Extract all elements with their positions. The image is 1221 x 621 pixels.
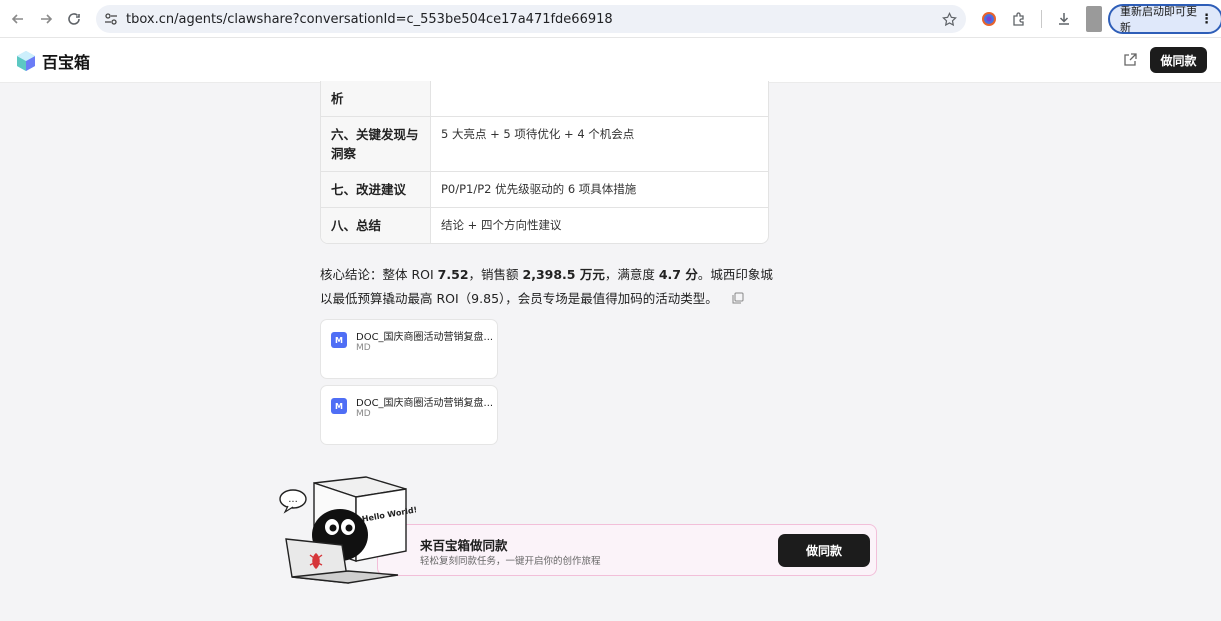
forward-icon[interactable] [32,5,60,33]
relaunch-update-button[interactable]: 重新启动即可更新 ⋮ [1108,4,1221,34]
table-cell-section: 析 [321,81,431,116]
color-extension-icon[interactable] [975,5,1003,33]
report-outline-table: 析 六、关键发现与洞察 5 大亮点 + 5 项待优化 + 4 个机会点 七、改进… [320,81,769,244]
summary-satisfaction: 4.7 分 [658,267,698,282]
copy-icon[interactable] [732,288,744,312]
more-menu-icon[interactable]: ⋮ [1200,12,1213,27]
table-row: 析 [321,81,768,116]
logo-text: 百宝箱 [42,53,91,72]
site-settings-icon[interactable] [96,12,126,26]
logo-cube-icon [17,51,35,71]
promo-title: 来百宝箱做同款 [420,538,508,553]
promo-subtitle: 轻松复刻同款任务，一键开启你的创作旅程 [420,556,601,567]
table-cell-section: 六、关键发现与洞察 [321,117,431,171]
do-same-promo-button[interactable]: 做同款 [778,534,870,567]
bubble-text: ... [288,494,298,505]
do-same-header-button[interactable]: 做同款 [1150,47,1207,73]
download-icon[interactable] [1050,5,1078,33]
table-cell-section: 七、改进建议 [321,172,431,207]
app-header: 百宝箱 做同款 [0,38,1221,83]
table-row: 七、改进建议 P0/P1/P2 优先级驱动的 6 项具体措施 [321,171,768,207]
update-label: 重新启动即可更新 [1120,5,1197,34]
url-text[interactable]: tbox.cn/agents/clawshare?conversationId=… [126,12,932,27]
bookmark-star-icon[interactable] [932,11,966,27]
logo[interactable]: 百宝箱 [14,49,90,73]
table-row: 八、总结 结论 + 四个方向性建议 [321,207,768,243]
table-row: 六、关键发现与洞察 5 大亮点 + 5 项待优化 + 4 个机会点 [321,116,768,171]
summary-sales: 2,398.5 万元 [522,267,605,282]
toolbar-divider [1041,10,1042,28]
markdown-file-icon: M [331,332,347,348]
summary-text: ，满意度 [604,267,659,282]
browser-toolbar: tbox.cn/agents/clawshare?conversationId=… [0,0,1221,38]
file-name: DOC_国庆商圈活动营销复盘... [356,398,494,409]
table-cell-content: 结论 + 四个方向性建议 [441,218,562,232]
file-attachment-card[interactable]: M DOC_国庆商圈活动营销复盘... MD [320,319,498,379]
table-cell-content [431,81,768,116]
core-conclusion-text: 核心结论：整体 ROI 7.52，销售额 2,398.5 万元，满意度 4.7 … [320,263,780,312]
table-cell-section: 八、总结 [321,208,431,243]
file-type: MD [356,409,371,419]
table-cell-content: 5 大亮点 + 5 项待优化 + 4 个机会点 [441,127,635,141]
open-external-icon[interactable] [1122,52,1138,72]
summary-text: 核心结论：整体 ROI [320,267,438,282]
back-icon[interactable] [4,5,32,33]
reload-icon[interactable] [60,5,88,33]
file-type: MD [356,343,371,353]
file-attachment-card[interactable]: M DOC_国庆商圈活动营销复盘... MD [320,385,498,445]
table-cell-content: P0/P1/P2 优先级驱动的 6 项具体措施 [441,182,637,196]
profile-avatar[interactable] [1086,6,1102,32]
mascot-illustration: ... Hello World! [279,476,416,584]
summary-roi: 7.52 [437,267,469,282]
do-same-promo-banner: 来百宝箱做同款 轻松复刻同款任务，一键开启你的创作旅程 做同款 [377,524,877,576]
extensions-puzzle-icon[interactable] [1005,5,1033,33]
markdown-file-icon: M [331,398,347,414]
address-bar[interactable]: tbox.cn/agents/clawshare?conversationId=… [96,5,966,33]
file-name: DOC_国庆商圈活动营销复盘... [356,332,494,343]
summary-text: ，销售额 [468,267,523,282]
conversation-content: 析 六、关键发现与洞察 5 大亮点 + 5 项待优化 + 4 个机会点 七、改进… [0,81,1221,621]
